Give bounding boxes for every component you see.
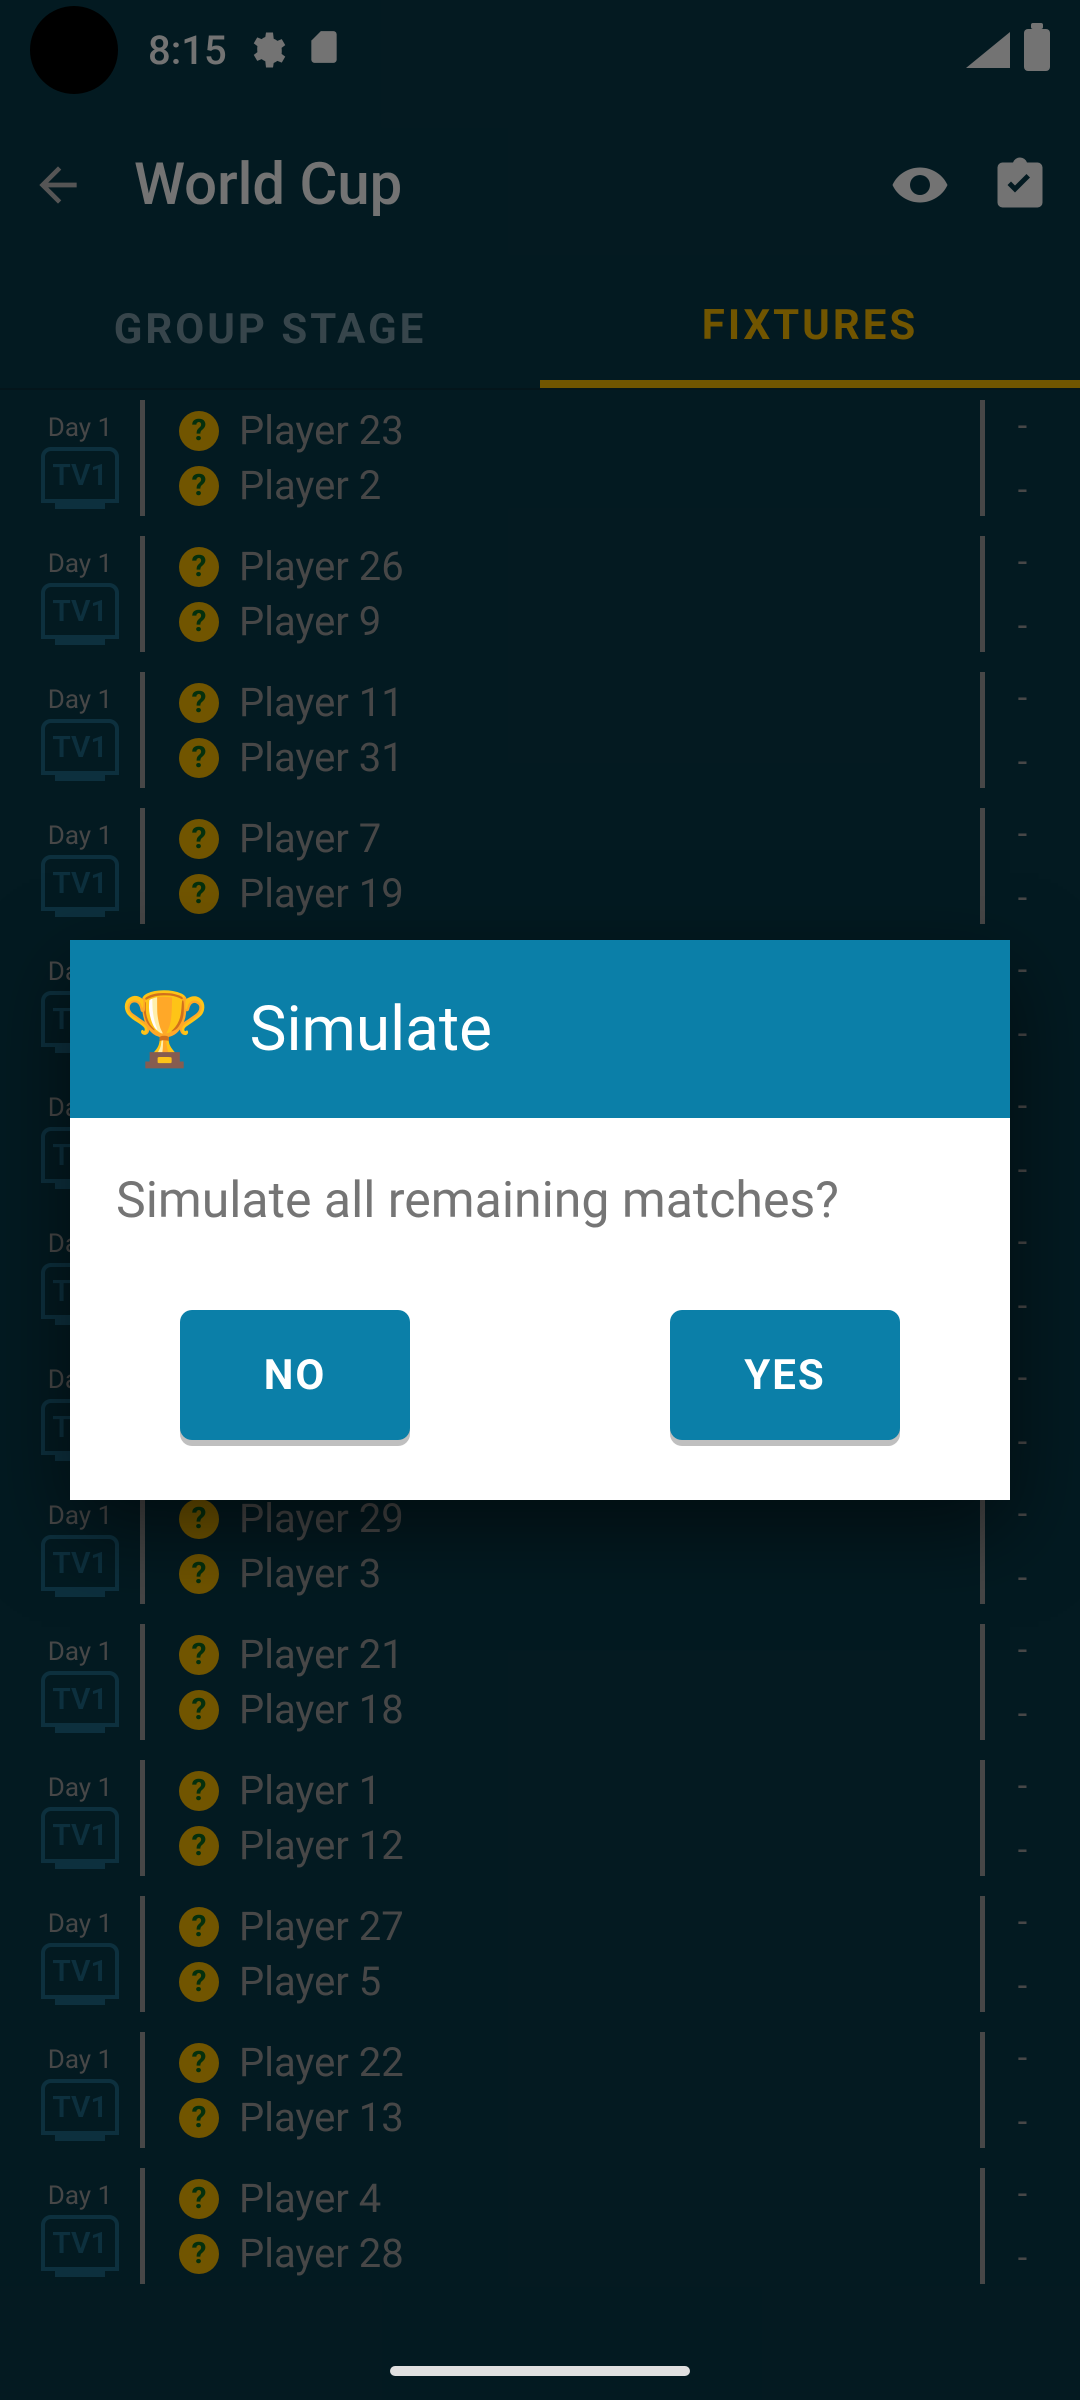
yes-button[interactable]: YES [670, 1310, 900, 1440]
dialog-message: Simulate all remaining matches? [70, 1118, 1010, 1310]
dialog-actions: NO YES [70, 1310, 1010, 1500]
trophy-icon: 🏆 [120, 987, 210, 1072]
dialog-header: 🏆 Simulate [70, 940, 1010, 1118]
dialog-title: Simulate [250, 993, 492, 1066]
simulate-dialog: 🏆 Simulate Simulate all remaining matche… [70, 940, 1010, 1500]
nav-gesture-hint[interactable] [390, 2366, 690, 2376]
no-button[interactable]: NO [180, 1310, 410, 1440]
